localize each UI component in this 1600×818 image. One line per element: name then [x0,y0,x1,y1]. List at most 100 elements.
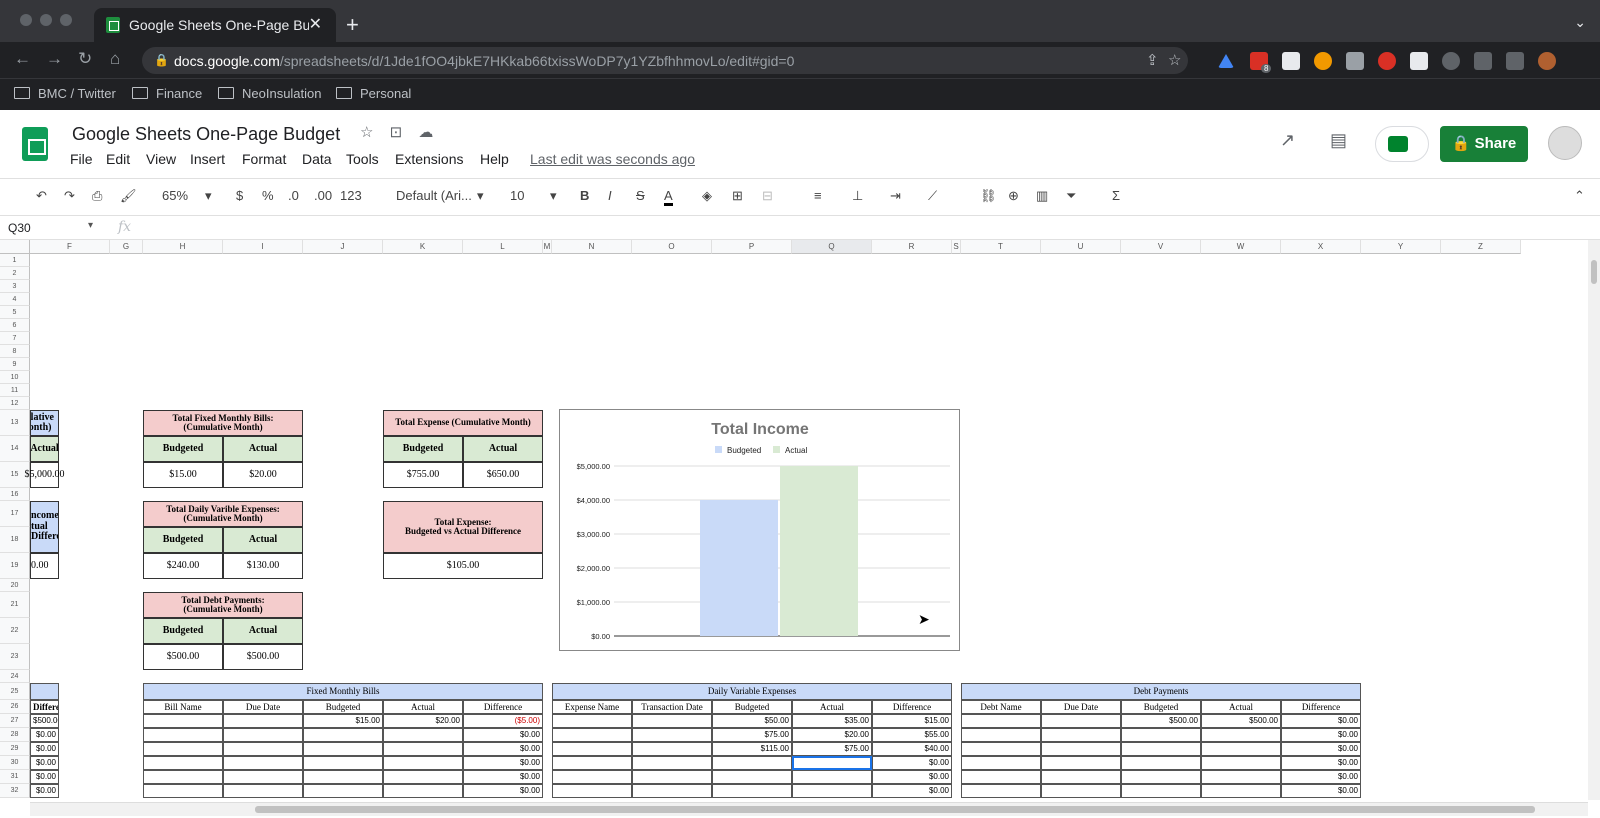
debt-table-cell[interactable] [1121,728,1201,742]
insert-comment-icon[interactable]: ⊕ [1008,188,1019,204]
row-header[interactable]: 10 [0,371,30,384]
document-title[interactable]: Google Sheets One-Page Budget [72,124,340,145]
debt-table-cell[interactable] [1201,784,1281,798]
currency-format-button[interactable]: $ [236,188,243,203]
bookmark-folder[interactable]: BMC / Twitter [14,86,116,101]
debt-table-cell[interactable]: $500.00 [1201,714,1281,728]
daily-table-cell[interactable] [632,784,712,798]
fixed-table-cell[interactable] [223,756,303,770]
debt-table-cell[interactable]: $0.00 [1281,784,1361,798]
fixed-table-cell[interactable]: $15.00 [303,714,383,728]
row-header[interactable]: 7 [0,332,30,345]
moon-extension-icon[interactable] [1442,52,1460,70]
daily-table-cell[interactable]: $40.00 [872,742,952,756]
fixed-table-cell[interactable] [223,770,303,784]
row-header[interactable]: 1 [0,254,30,267]
font-size-select[interactable]: 10 [510,188,524,203]
browser-tab[interactable]: Google Sheets One-Page Budg ✕ [94,8,336,42]
row-header[interactable]: 13 [0,410,30,436]
italic-button[interactable]: I [608,188,612,203]
menu-data[interactable]: Data [302,151,332,167]
row-header[interactable]: 31 [0,770,30,784]
daily-table-cell[interactable] [552,756,632,770]
minimize-window-icon[interactable] [40,14,52,26]
fixed-table-cell[interactable] [143,756,223,770]
column-header[interactable]: K [383,240,463,254]
fixed-table-cell[interactable] [143,742,223,756]
total-income-chart[interactable]: Total Income Budgeted Actual $0.00 $1,000.00… [559,409,960,651]
strikethrough-button[interactable]: S [636,188,645,203]
undo-icon[interactable]: ↶ [36,188,47,204]
debt-table-cell[interactable] [1201,770,1281,784]
daily-table-cell[interactable]: $0.00 [872,784,952,798]
debt-table-cell[interactable] [961,756,1041,770]
insert-chart-icon[interactable]: ▥ [1036,188,1048,204]
row-header[interactable]: 3 [0,280,30,293]
fixed-table-cell[interactable]: $0.00 [463,784,543,798]
column-header[interactable]: S [952,240,961,254]
daily-table-cell[interactable]: $0.00 [872,756,952,770]
forward-icon[interactable]: → [46,49,63,69]
fixed-table-cell[interactable] [143,784,223,798]
back-icon[interactable]: ← [14,49,31,69]
address-bar[interactable]: 🔒 docs.google.com/spreadsheets/d/1Jde1fO… [142,47,1188,74]
row-header[interactable]: 4 [0,293,30,306]
daily-table-cell[interactable] [712,784,792,798]
row-header[interactable]: 6 [0,319,30,332]
activity-trend-icon[interactable]: ↗ [1280,130,1295,151]
close-window-icon[interactable] [20,14,32,26]
column-header[interactable]: U [1041,240,1121,254]
merge-cells-icon[interactable]: ⊟ [762,188,773,204]
red-extension-icon[interactable] [1378,52,1396,70]
vertical-scrollbar[interactable] [1588,240,1600,800]
horizontal-scroll-thumb[interactable] [255,806,1535,813]
fixed-table-cell[interactable]: $0.00 [463,742,543,756]
fixed-table-cell[interactable] [383,756,463,770]
bookmark-folder[interactable]: NeoInsulation [218,86,322,101]
sidebar-icon[interactable] [1506,52,1524,70]
fixed-table-cell[interactable] [143,728,223,742]
collapse-toolbar-icon[interactable]: ⌃ [1574,188,1585,204]
debt-table-cell[interactable]: $0.00 [1281,728,1361,742]
income-difference-cell[interactable]: $0.00 [30,756,59,770]
fixed-table-cell[interactable]: $0.00 [463,756,543,770]
daily-table-cell[interactable]: $35.00 [792,714,872,728]
daily-table-cell[interactable] [552,770,632,784]
debt-table-cell[interactable]: $0.00 [1281,714,1361,728]
row-header[interactable]: 32 [0,784,30,798]
debt-table-cell[interactable] [1121,784,1201,798]
profile-avatar[interactable] [1538,52,1556,70]
column-header[interactable]: F [30,240,110,254]
account-avatar[interactable] [1548,126,1582,160]
column-header[interactable]: J [303,240,383,254]
debt-table-cell[interactable]: $0.00 [1281,770,1361,784]
fixed-table-cell[interactable] [303,742,383,756]
debt-table-cell[interactable] [1041,728,1121,742]
share-page-icon[interactable]: ⇪ [1146,51,1159,69]
debt-table-cell[interactable] [1041,784,1121,798]
menu-format[interactable]: Format [242,151,286,167]
increase-decimal-button[interactable]: .00 [314,188,332,203]
maximize-window-icon[interactable] [60,14,72,26]
zoom-select[interactable]: 65% [162,188,188,203]
row-header[interactable]: 27 [0,714,30,728]
debt-table-cell[interactable] [1201,742,1281,756]
row-header[interactable]: 14 [0,436,30,462]
fixed-table-cell[interactable]: $0.00 [463,728,543,742]
menu-extensions[interactable]: Extensions [395,151,463,167]
column-header[interactable]: M [543,240,552,254]
text-color-button[interactable]: A [664,188,673,206]
fixed-table-cell[interactable]: $0.00 [463,770,543,784]
row-header[interactable]: 9 [0,358,30,371]
menu-file[interactable]: File [70,151,93,167]
new-tab-icon[interactable]: + [346,12,359,38]
row-header[interactable]: 18 [0,527,30,553]
formula-input[interactable] [148,216,1588,240]
row-header[interactable]: 25 [0,683,30,700]
daily-table-cell[interactable]: $20.00 [792,728,872,742]
debt-table-cell[interactable]: $0.00 [1281,742,1361,756]
column-header[interactable]: R [872,240,952,254]
name-box[interactable]: Q30 [8,221,31,235]
debt-table-cell[interactable] [961,784,1041,798]
daily-table-cell[interactable] [552,742,632,756]
